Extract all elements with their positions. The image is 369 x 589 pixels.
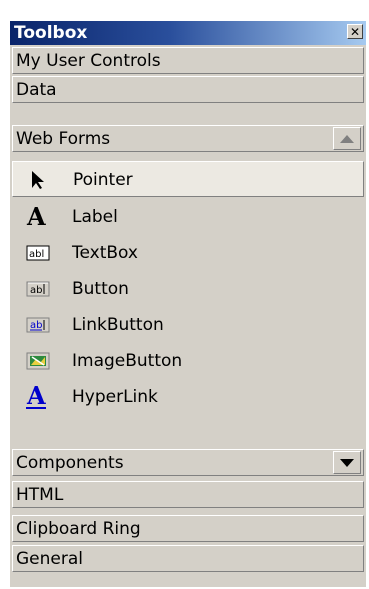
item-label: TextBox [72,243,138,263]
toolbox-panel: Toolbox ✕ My User Controls Data Web Form… [10,21,366,587]
web-forms-items-list: Pointer A Label abl TextBox ab Button ab… [12,157,364,462]
tab-clipboard-ring[interactable]: Clipboard Ring [12,515,364,542]
item-label: LinkButton [72,315,164,335]
toolbox-item-linkbutton[interactable]: ab LinkButton [12,307,364,343]
textbox-icon: abl [26,243,50,263]
svg-text:A: A [26,383,46,410]
tab-label: My User Controls [16,51,161,71]
item-label: HyperLink [72,387,158,407]
item-label: Label [72,207,118,227]
tab-label: Data [16,80,57,100]
tab-html[interactable]: HTML [12,481,364,508]
toolbox-item-pointer[interactable]: Pointer [12,161,364,197]
tab-data[interactable]: Data [12,76,364,103]
toolbox-item-button[interactable]: ab Button [12,271,364,307]
item-label: ImageButton [72,351,183,371]
tab-label: General [16,549,83,569]
toolbox-item-hyperlink[interactable]: A HyperLink [12,379,364,415]
label-icon: A [24,202,46,231]
tab-label: Components [16,453,124,473]
tab-label: Web Forms [16,129,111,149]
button-icon: ab [26,279,50,299]
item-label: Button [72,279,129,299]
toolbox-titlebar[interactable]: Toolbox ✕ [10,21,366,45]
close-icon[interactable]: ✕ [347,24,363,39]
tab-general[interactable]: General [12,545,364,572]
item-label: Pointer [73,170,133,190]
toolbox-item-imagebutton[interactable]: ImageButton [12,343,364,379]
toolbox-item-textbox[interactable]: abl TextBox [12,235,364,271]
tab-web-forms[interactable]: Web Forms [12,125,364,152]
tab-my-user-controls[interactable]: My User Controls [12,47,364,74]
pointer-icon [27,170,49,190]
scroll-down-icon[interactable] [333,451,361,474]
toolbox-title: Toolbox [14,23,88,43]
svg-text:abl: abl [29,249,44,260]
tab-components[interactable]: Components [12,449,364,476]
hyperlink-icon: A [24,381,46,410]
scroll-up-icon[interactable] [333,127,361,150]
tab-label: HTML [16,485,64,505]
imagebutton-icon [26,351,50,371]
svg-text:A: A [26,203,46,229]
linkbutton-icon: ab [26,315,50,335]
toolbox-item-label[interactable]: A Label [12,199,364,235]
svg-text:ab: ab [30,285,42,296]
svg-text:ab: ab [30,320,42,331]
tab-label: Clipboard Ring [16,519,141,539]
